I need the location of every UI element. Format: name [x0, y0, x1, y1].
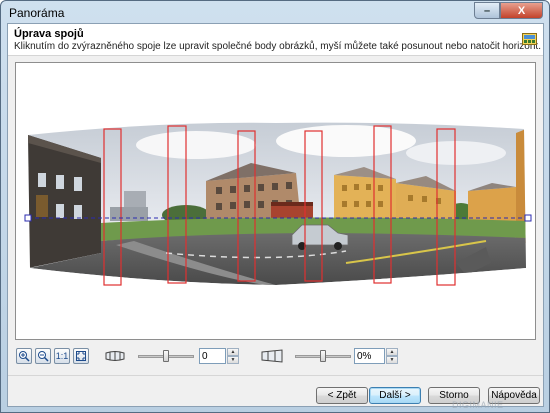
perspective-value-input[interactable]	[354, 348, 385, 364]
rotate-value-input[interactable]	[199, 348, 226, 364]
actual-size-button[interactable]: 1:1	[54, 348, 70, 364]
perspective-spinbox[interactable]: ▲ ▼	[354, 348, 398, 364]
dialog-body: Úprava spojů Kliknutím do zvýrazněného s…	[7, 23, 544, 407]
panorama-icon	[522, 33, 537, 45]
footer-divider	[8, 375, 543, 376]
back-button[interactable]: < Zpět	[316, 387, 368, 404]
zoom-in-button[interactable]	[16, 348, 32, 364]
close-button[interactable]: X	[500, 2, 543, 19]
rotate-up-arrow[interactable]: ▲	[227, 348, 239, 356]
rotate-slider-thumb[interactable]	[163, 350, 169, 362]
step-description: Kliknutím do zvýrazněného spoje lze upra…	[14, 41, 541, 52]
zoom-in-icon	[19, 351, 30, 362]
title-bar[interactable]: Panoráma – X	[1, 1, 549, 23]
horizon-handle-left[interactable]	[24, 214, 32, 222]
preview-toolbar: 1:1 ▲ ▼ ▲ ▼	[15, 346, 536, 370]
perspective-down-arrow[interactable]: ▼	[386, 356, 398, 364]
zoom-out-icon	[38, 351, 49, 362]
minimize-button[interactable]: –	[474, 2, 500, 19]
horizon-handle-right[interactable]	[524, 214, 532, 222]
panorama-window: Panoráma – X Úprava spojů Kliknutím do z…	[0, 0, 550, 413]
watermark: DIGIMANIE	[452, 400, 504, 410]
perspective-icon	[261, 349, 283, 363]
zoom-out-button[interactable]	[35, 348, 51, 364]
panorama-preview[interactable]	[15, 62, 536, 340]
window-title: Panoráma	[9, 6, 65, 20]
rotate-horizon-icon	[105, 351, 125, 361]
rotate-down-arrow[interactable]: ▼	[227, 356, 239, 364]
fit-to-window-icon	[76, 351, 86, 361]
next-button[interactable]: Další >	[369, 387, 421, 404]
wizard-header: Úprava spojů Kliknutím do zvýrazněného s…	[8, 24, 543, 56]
rotate-spinbox[interactable]: ▲ ▼	[199, 348, 239, 364]
perspective-slider-thumb[interactable]	[320, 350, 326, 362]
step-title: Úprava spojů	[14, 28, 84, 40]
caption-buttons: – X	[474, 2, 543, 19]
perspective-up-arrow[interactable]: ▲	[386, 348, 398, 356]
panorama-image[interactable]	[16, 63, 535, 339]
fit-to-window-button[interactable]	[73, 348, 89, 364]
actual-size-label: 1:1	[55, 351, 69, 361]
